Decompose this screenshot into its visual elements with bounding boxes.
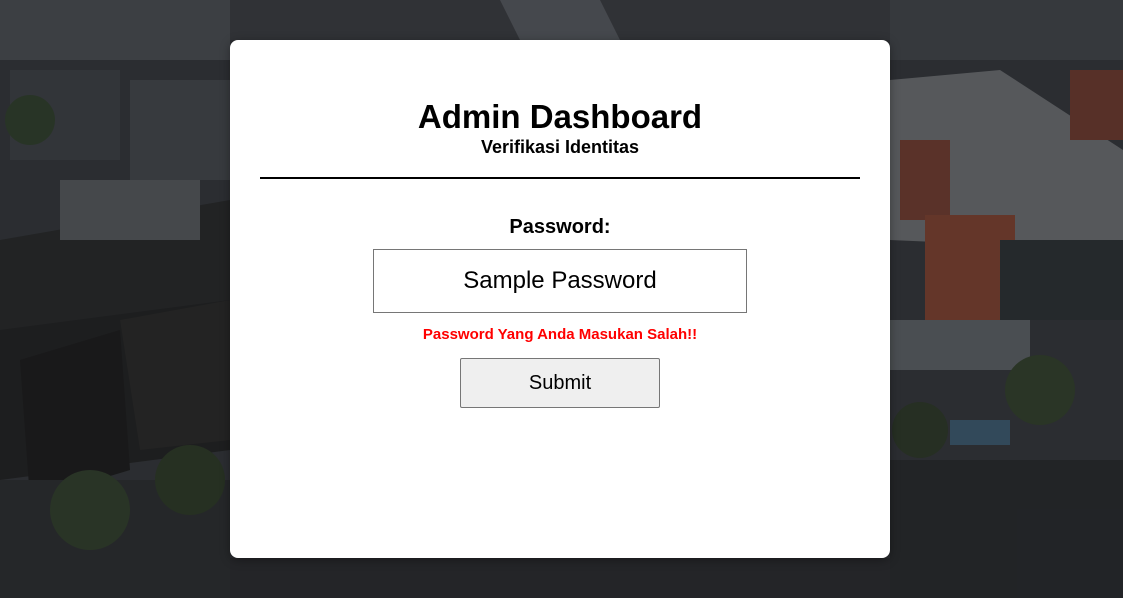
header-divider: [260, 177, 860, 179]
page-subtitle: Verifikasi Identitas: [480, 137, 640, 157]
password-label: Password:: [509, 216, 611, 238]
error-message: Password Yang Anda Masukan Salah!!: [422, 326, 698, 343]
login-card: Admin Dashboard Verifikasi Identitas Pas…: [230, 40, 890, 558]
submit-button[interactable]: Submit: [460, 358, 660, 408]
password-field[interactable]: [373, 249, 747, 313]
page-title: Admin Dashboard: [417, 98, 703, 135]
